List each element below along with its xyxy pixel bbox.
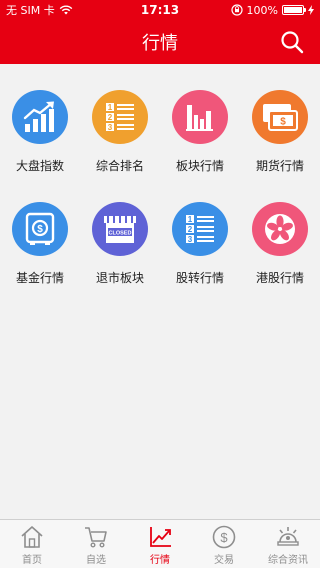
page-title: 行情 [142, 33, 178, 54]
grid-item-fund[interactable]: $ 基金行情 [0, 176, 80, 286]
bar-chart-icon [172, 90, 228, 144]
grid-item-label: 股转行情 [175, 271, 224, 285]
svg-text:$: $ [37, 224, 43, 235]
trend-icon [150, 527, 171, 547]
grid-item-label: 基金行情 [15, 271, 64, 285]
grid-item-delisted[interactable]: CLOSED 退市板块 [80, 176, 160, 286]
tab-label: 自选 [86, 555, 106, 566]
tab-home[interactable]: 首页 [0, 520, 64, 568]
charging-icon [308, 5, 314, 15]
tab-trade[interactable]: $ 交易 [192, 520, 256, 568]
svg-text:1: 1 [188, 215, 193, 224]
tab-label: 首页 [22, 555, 42, 566]
status-bar: 无 SIM 卡 17:13 100% [0, 0, 320, 20]
svg-text:3: 3 [188, 235, 193, 244]
ranking-list-icon: 1 2 3 [172, 202, 228, 256]
tab-label: 综合资讯 [268, 555, 308, 566]
grid-item-label: 期货行情 [255, 159, 304, 173]
wifi-icon [59, 5, 73, 15]
ranking-list-icon: 1 2 3 [92, 90, 148, 144]
tab-watchlist[interactable]: 自选 [64, 520, 128, 568]
svg-text:$: $ [220, 530, 228, 545]
svg-text:$: $ [280, 117, 286, 128]
grid-item-ranking[interactable]: 1 2 3 综合排名 [80, 64, 160, 174]
grid-item-label: 退市板块 [95, 271, 144, 285]
tab-label: 交易 [214, 555, 234, 566]
svg-text:3: 3 [108, 123, 113, 132]
grid-item-index[interactable]: 大盘指数 [0, 64, 80, 174]
svg-text:2: 2 [188, 225, 193, 234]
svg-text:CLOSED: CLOSED [109, 231, 132, 237]
carrier-label: 无 SIM 卡 [6, 4, 55, 17]
banknote-icon: $ [252, 90, 308, 144]
home-icon [21, 526, 43, 548]
closed-store-icon: CLOSED [92, 202, 148, 256]
tab-news[interactable]: 综合资讯 [256, 520, 320, 568]
tab-bar: 首页 自选 行情 $ 交易 综合资讯 [0, 519, 320, 568]
grid-item-label: 港股行情 [255, 271, 304, 285]
dollar-icon: $ [212, 525, 236, 549]
battery-icon [282, 5, 306, 15]
rotation-lock-icon [230, 4, 243, 16]
cart-icon [85, 527, 107, 548]
grid-item-label: 综合排名 [95, 159, 144, 173]
search-icon[interactable] [280, 30, 304, 54]
battery-percent: 100% [246, 3, 278, 17]
grid-item-label: 大盘指数 [15, 159, 64, 173]
tab-label: 行情 [150, 555, 170, 566]
hk-flower-icon [252, 202, 308, 256]
grid-item-hk[interactable]: 港股行情 [240, 176, 320, 286]
nav-bar: 行情 [0, 20, 320, 64]
tab-market[interactable]: 行情 [128, 520, 192, 568]
svg-text:2: 2 [108, 113, 113, 122]
grid-item-futures[interactable]: $ 期货行情 [240, 64, 320, 174]
trend-chart-icon [12, 90, 68, 144]
grid-item-sector[interactable]: 板块行情 [160, 64, 240, 174]
svg-text:1: 1 [108, 103, 113, 112]
fund-safe-icon: $ [12, 202, 68, 256]
grid-item-label: 板块行情 [175, 159, 224, 173]
market-grid: 大盘指数 1 2 3 综合排名 板块行情 $ 期货行情 $ 基金行情 CLOSE… [0, 64, 320, 520]
grid-item-neeq[interactable]: 1 2 3 股转行情 [160, 176, 240, 286]
news-icon [277, 527, 299, 546]
